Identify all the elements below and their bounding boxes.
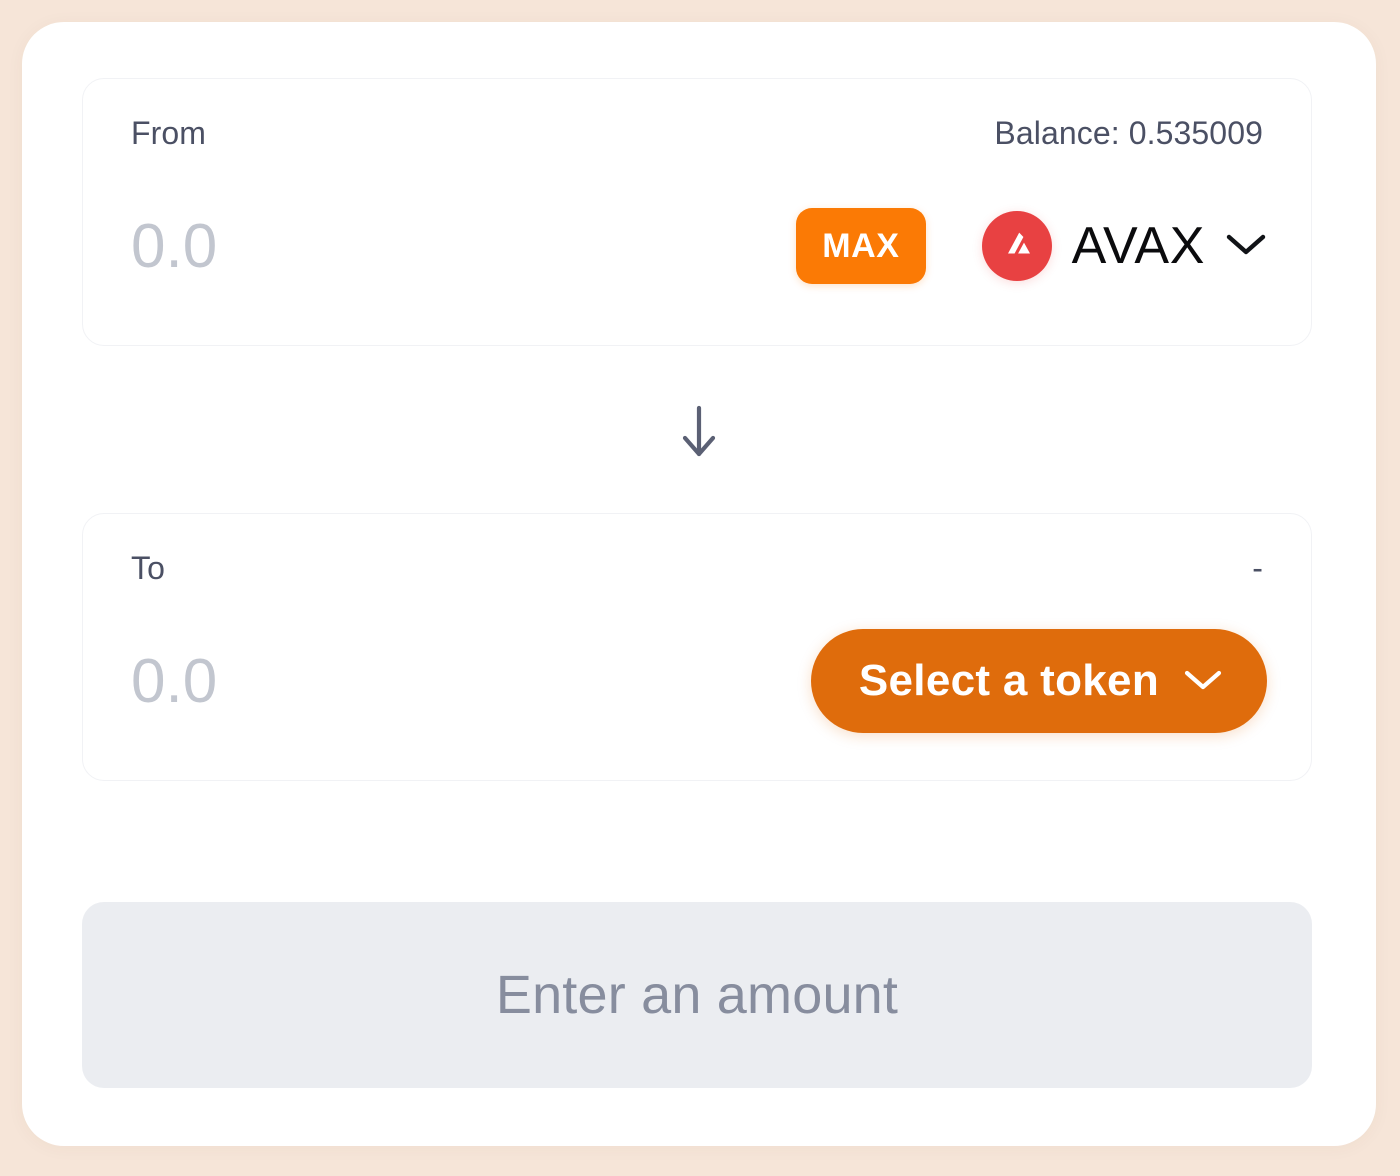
avax-logo-icon [981, 211, 1052, 281]
from-panel-body: MAX AVAX [131, 191, 1267, 301]
to-label: To [131, 550, 165, 586]
chevron-down-icon [1225, 232, 1267, 261]
to-token-panel: To - Select a token [82, 513, 1312, 781]
max-button[interactable]: MAX [796, 208, 926, 284]
select-a-token-label: Select a token [858, 656, 1159, 705]
from-label: From [131, 115, 207, 151]
select-a-token-button[interactable]: Select a token [810, 629, 1267, 733]
enter-an-amount-button[interactable]: Enter an amount [82, 902, 1312, 1088]
to-rate-text: - [1252, 550, 1263, 586]
from-token-panel: From Balance: 0.535009 MAX AVAX [82, 78, 1312, 346]
to-panel-body: Select a token [131, 626, 1267, 736]
to-amount-input[interactable] [131, 645, 551, 717]
from-panel-actions: MAX AVAX [796, 208, 1267, 284]
swap-direction-indicator [22, 404, 1376, 467]
arrow-down-icon [676, 404, 722, 467]
to-panel-header: To - [131, 552, 1263, 584]
from-amount-input[interactable] [131, 210, 551, 282]
from-token-symbol: AVAX [1071, 217, 1205, 275]
chevron-down-icon [1183, 668, 1223, 695]
from-token-select-button[interactable]: AVAX [981, 211, 1267, 281]
from-panel-header: From Balance: 0.535009 [131, 117, 1263, 149]
from-balance-text: Balance: 0.535009 [994, 115, 1263, 151]
swap-card: From Balance: 0.535009 MAX AVAX [22, 22, 1376, 1146]
